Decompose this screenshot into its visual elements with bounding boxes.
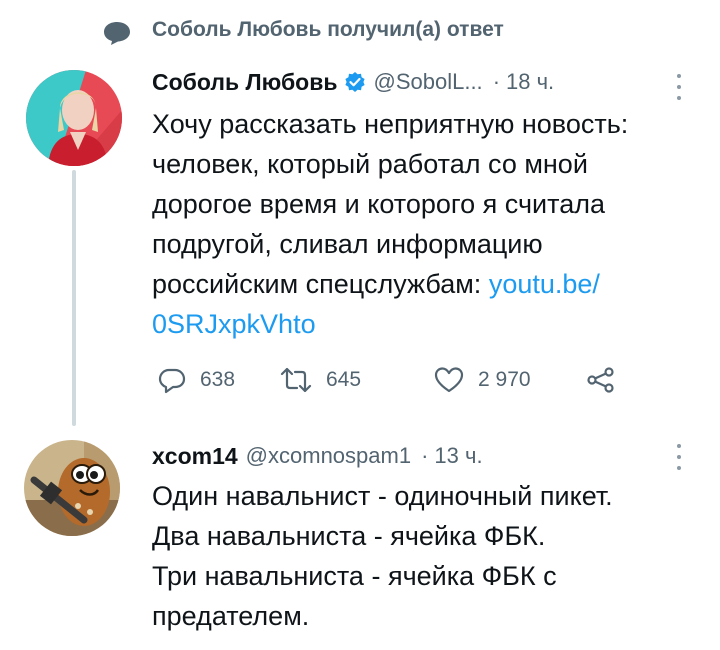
tweet-text-line: Хочу рассказать неприятную новость: <box>152 109 629 139</box>
tweet-header: xcom14 @xcomnospam1 · 13 ч. <box>152 440 483 472</box>
author-handle[interactable]: @xcomnospam1 <box>246 443 411 469</box>
tweet-text-line: подругой, сливал информацию <box>152 229 543 259</box>
reply-count: 638 <box>200 368 236 391</box>
tweet-text-line-with-link: российским спецслужбам: youtu.be/ <box>152 264 712 304</box>
tweet-actions: 638 645 2 970 <box>152 362 672 398</box>
tweet-link[interactable]: youtu.be/ <box>489 269 600 299</box>
retweet-button[interactable]: 645 <box>280 362 361 398</box>
tweet-text-line: дорогое время и которого я считала <box>152 189 605 219</box>
timestamp[interactable]: 13 ч. <box>434 443 482 469</box>
avatar[interactable] <box>26 70 122 166</box>
tweet-text-line: предателем. <box>152 601 310 631</box>
more-icon[interactable] <box>676 74 682 100</box>
speech-bubble-icon <box>104 22 130 45</box>
thread-line <box>72 170 76 426</box>
verified-badge-icon <box>344 72 365 92</box>
share-button[interactable] <box>586 362 616 398</box>
tweet-text: Один навальнист - одиночный пикет. Два н… <box>152 476 712 636</box>
reply-icon <box>158 368 186 394</box>
share-icon <box>587 367 614 393</box>
tweet-text-line: Три навальниста - ячейка ФБК с <box>152 561 557 591</box>
author-name[interactable]: xcom14 <box>152 443 238 470</box>
like-icon <box>434 367 464 393</box>
tweet-text: Хочу рассказать неприятную новость: чело… <box>152 104 712 344</box>
retweet-icon <box>280 367 312 393</box>
author-name[interactable]: Соболь Любовь <box>152 69 338 96</box>
separator-dot: · <box>492 69 501 94</box>
tweet-text-fragment: российским спецслужбам: <box>152 269 489 299</box>
separator-dot: · <box>421 443 429 468</box>
like-count: 2 970 <box>478 368 531 391</box>
tweet-text-line: Два навальниста - ячейка ФБК. <box>152 521 546 551</box>
tweet-header: Соболь Любовь @SobolL... · 18 ч. <box>152 66 554 98</box>
author-handle[interactable]: @SobolL... <box>374 69 483 95</box>
tweet-text-line: Один навальнист - одиночный пикет. <box>152 481 613 511</box>
timestamp[interactable]: 18 ч. <box>506 69 554 95</box>
like-button[interactable]: 2 970 <box>434 362 531 398</box>
retweet-count: 645 <box>326 368 362 391</box>
reply-button[interactable]: 638 <box>158 362 235 398</box>
more-icon[interactable] <box>676 444 682 470</box>
avatar[interactable] <box>24 440 120 536</box>
tweet-text-line: человек, который работал со мной <box>152 149 588 179</box>
context-label[interactable]: Соболь Любовь получил(а) ответ <box>152 18 504 42</box>
tweet-link-continued[interactable]: 0SRJxpkVhto <box>152 304 712 344</box>
